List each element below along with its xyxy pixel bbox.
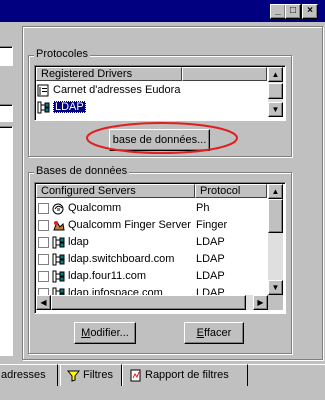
server-protocol: Ph	[196, 202, 210, 214]
tab-rapport-de-filtres[interactable]: Rapport de filtres	[122, 364, 248, 386]
checkbox[interactable]	[38, 236, 49, 248]
server-protocol: Finger	[196, 219, 228, 231]
driver-item[interactable]: Carnet d'adresses Eudora	[37, 82, 180, 99]
server-row[interactable]: ldap	[36, 234, 89, 251]
server-icon	[52, 253, 65, 266]
checkbox[interactable]	[38, 202, 49, 214]
tab-filtres[interactable]: Filtres	[60, 364, 122, 386]
server-icon	[52, 287, 65, 295]
server-row[interactable]: Qualcomm Finger Server	[36, 217, 191, 234]
protocols-group-label: Protocoles	[34, 48, 90, 61]
report-icon	[130, 369, 141, 382]
server-protocol: LDAP	[196, 287, 225, 295]
server-row[interactable]: Qualcomm	[36, 200, 121, 217]
scroll-thumb[interactable]	[268, 83, 283, 99]
annotation-ellipse	[86, 122, 238, 154]
minimize-button[interactable]: _	[270, 4, 286, 19]
scroll-up-button[interactable]: ▲	[268, 67, 283, 82]
server-row[interactable]: ldap.switchboard.com	[36, 251, 174, 268]
scroll-left-button[interactable]: ◀	[36, 295, 51, 310]
hscroll-thumb[interactable]	[51, 295, 246, 310]
modify-button[interactable]: Modifier...	[74, 322, 136, 344]
checkbox[interactable]	[38, 287, 49, 295]
scroll-thumb[interactable]	[268, 199, 283, 233]
left-panel-list[interactable]	[0, 126, 13, 356]
scroll-up-button[interactable]: ▲	[268, 184, 283, 199]
address-book-icon	[37, 84, 49, 97]
column-header-spacer[interactable]	[182, 67, 267, 81]
scroll-right-button[interactable]: ▶	[253, 295, 268, 310]
server-icon	[52, 270, 65, 283]
server-protocol: LDAP	[196, 270, 225, 282]
column-header-configured-servers[interactable]: Configured Servers	[36, 184, 195, 198]
drivers-list[interactable]: Registered Drivers Carnet d'adresses Eud…	[34, 65, 286, 121]
driver-label-selected: LDAP	[53, 101, 86, 113]
filter-icon	[67, 370, 80, 382]
left-panel-field[interactable]	[0, 104, 13, 122]
ph-server-icon	[52, 203, 64, 215]
server-row[interactable]: ldap.four11.com	[36, 268, 146, 285]
server-name: Qualcomm Finger Server	[68, 219, 191, 231]
server-protocol: LDAP	[196, 253, 225, 265]
maximize-button[interactable]: □	[285, 4, 301, 19]
tab-adresses[interactable]: adresses	[0, 364, 58, 386]
column-header-registered-drivers[interactable]: Registered Drivers	[36, 67, 182, 81]
scroll-down-button[interactable]: ▼	[268, 102, 283, 117]
server-name: ldap.switchboard.com	[68, 253, 175, 265]
servers-list[interactable]: Configured Servers Protocol Qualcomm Ph …	[34, 182, 286, 314]
server-name: ldap	[68, 236, 89, 248]
close-button[interactable]: ×	[302, 4, 318, 19]
server-icon	[52, 236, 65, 249]
server-name: Qualcomm	[68, 202, 122, 214]
delete-button[interactable]: Effacer	[184, 322, 244, 344]
databases-group-label: Bases de données	[34, 165, 130, 178]
driver-item-selected[interactable]: LDAP	[37, 99, 86, 116]
scroll-corner	[268, 295, 283, 310]
finger-server-icon	[53, 220, 65, 231]
server-name: ldap.infospace.com	[68, 287, 163, 295]
left-panel-header	[0, 46, 13, 66]
checkbox[interactable]	[38, 219, 49, 231]
server-icon	[37, 101, 50, 114]
server-protocol: LDAP	[196, 236, 225, 248]
servers-rows: Qualcomm Ph Qualcomm Finger Server Finge…	[36, 199, 266, 295]
server-name: ldap.four11.com	[68, 270, 147, 282]
checkbox[interactable]	[38, 253, 49, 265]
driver-label: Carnet d'adresses Eudora	[53, 84, 181, 96]
column-header-protocol[interactable]: Protocol	[195, 184, 267, 198]
server-row[interactable]: ldap.infospace.com	[36, 285, 163, 295]
checkbox[interactable]	[38, 270, 49, 282]
scroll-down-button[interactable]: ▼	[268, 280, 283, 295]
